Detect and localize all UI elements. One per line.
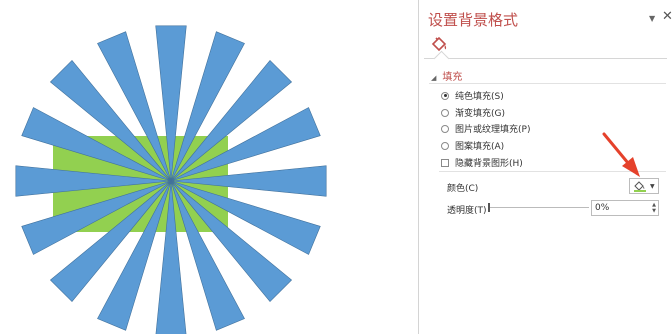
color-label: 颜色(C) <box>447 184 479 194</box>
section-divider <box>429 83 666 84</box>
fill-section-label: 填充 <box>442 72 463 83</box>
option-picture-fill[interactable]: 图片或纹理填充(P) <box>441 122 530 135</box>
transparency-spinner[interactable]: 0% ▲ ▼ <box>591 200 659 216</box>
slide-canvas[interactable] <box>0 0 418 334</box>
pane-title: 设置背景格式 <box>428 11 519 29</box>
slide-content <box>15 25 327 334</box>
option-solid-fill[interactable]: 纯色填充(S) <box>441 89 504 102</box>
transparency-slider-thumb[interactable] <box>488 203 490 212</box>
format-background-pane: 设置背景格式 ▼ ✕ ◢ 填充 纯色填充(S) 渐变填充(G) 图片或纹理填充(P… <box>418 0 672 334</box>
checkbox-hide-background-graphics[interactable] <box>441 158 449 167</box>
option-label: 图案填充(A) <box>455 142 505 152</box>
radio-gradient-fill[interactable] <box>441 108 449 117</box>
collapse-triangle-icon: ◢ <box>431 74 437 82</box>
close-icon[interactable]: ✕ <box>662 10 672 23</box>
radio-picture-fill[interactable] <box>441 124 449 133</box>
blue-starburst[interactable] <box>15 25 327 334</box>
tab-strip-divider <box>424 58 667 59</box>
chevron-down-icon: ▼ <box>650 182 655 190</box>
pane-options-dropdown-icon[interactable]: ▼ <box>649 14 655 23</box>
fill-section-header[interactable]: ◢ 填充 <box>431 68 462 83</box>
option-pattern-fill[interactable]: 图案填充(A) <box>441 139 504 152</box>
option-label: 图片或纹理填充(P) <box>455 125 531 135</box>
spin-down-icon[interactable]: ▼ <box>652 208 656 214</box>
section-divider <box>439 171 666 172</box>
color-picker-button[interactable]: ▼ <box>629 178 659 194</box>
option-label: 隐藏背景图形(H) <box>455 159 523 169</box>
radio-pattern-fill[interactable] <box>441 141 449 150</box>
option-label: 纯色填充(S) <box>455 92 504 102</box>
option-gradient-fill[interactable]: 渐变填充(G) <box>441 106 505 119</box>
transparency-slider[interactable] <box>489 207 589 208</box>
option-label: 渐变填充(G) <box>455 109 505 119</box>
paint-bucket-icon <box>634 181 646 192</box>
option-hide-background-graphics[interactable]: 隐藏背景图形(H) <box>441 156 523 169</box>
transparency-value: 0% <box>595 203 610 213</box>
transparency-label: 透明度(T) <box>447 206 487 216</box>
radio-solid-fill[interactable] <box>441 91 449 100</box>
